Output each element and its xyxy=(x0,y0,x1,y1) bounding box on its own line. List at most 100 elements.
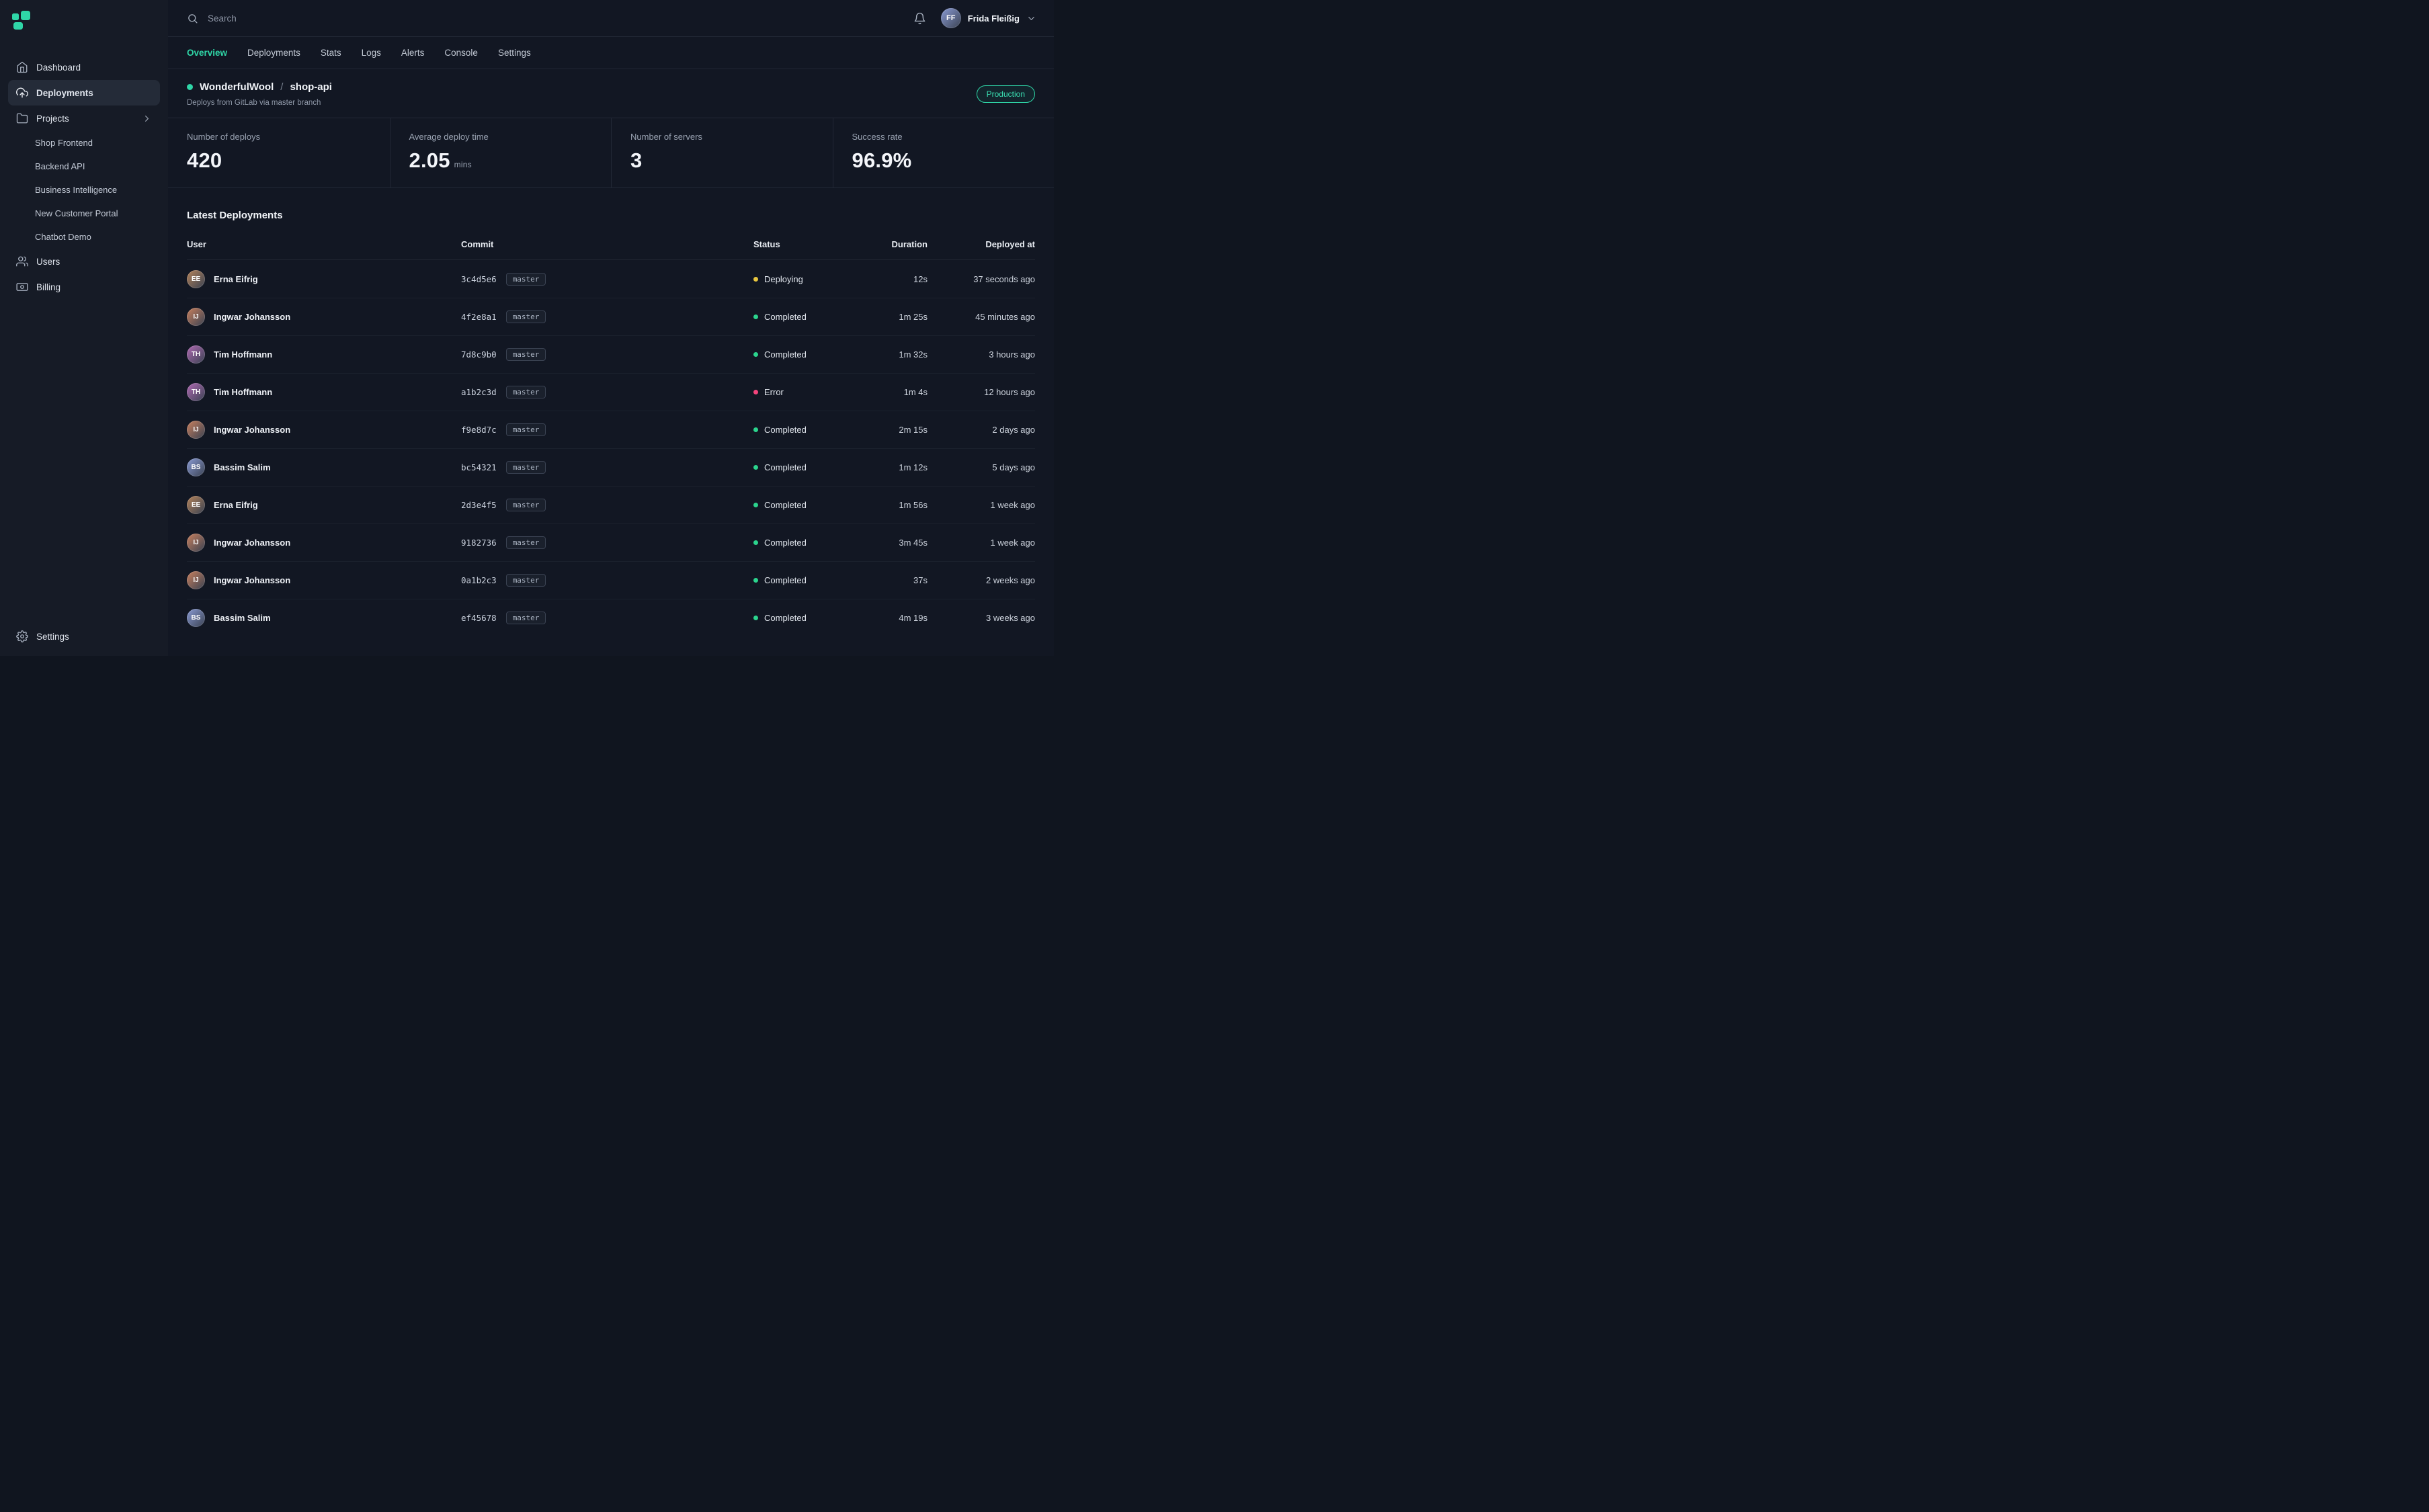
avatar: IJ xyxy=(187,421,205,439)
status-dot xyxy=(753,616,758,620)
stat-value: 2.05mins xyxy=(409,149,593,173)
table-row[interactable]: IJIngwar Johansson0a1b2c3masterCompleted… xyxy=(187,561,1035,599)
status-label: Completed xyxy=(764,425,807,435)
cell-user: THTim Hoffmann xyxy=(187,345,461,364)
bell-icon[interactable] xyxy=(913,12,926,25)
sidebar-subitem-business-intelligence[interactable]: Business Intelligence xyxy=(8,178,160,202)
stats-row: Number of deploys420Average deploy time2… xyxy=(168,118,1054,188)
folder-icon xyxy=(16,112,28,124)
stat-value: 420 xyxy=(187,149,371,173)
commit-hash: a1b2c3d xyxy=(461,387,497,397)
branch-badge: master xyxy=(506,423,546,436)
sidebar-item-label: Deployments xyxy=(36,88,93,98)
table-row[interactable]: IJIngwar Johanssonf9e8d7cmasterCompleted… xyxy=(187,411,1035,448)
table-row[interactable]: THTim Hoffmann7d8c9b0masterCompleted1m 3… xyxy=(187,335,1035,373)
cell-duration: 1m 4s xyxy=(840,387,928,397)
cell-commit: bc54321master xyxy=(461,461,753,474)
stat-value: 3 xyxy=(630,149,814,173)
commit-hash: 3c4d5e6 xyxy=(461,274,497,284)
breadcrumb-org[interactable]: WonderfulWool xyxy=(200,81,274,93)
sidebar-item-deployments[interactable]: Deployments xyxy=(8,80,160,106)
column-header-commit: Commit xyxy=(461,239,753,249)
search-input[interactable] xyxy=(206,13,408,24)
stat-number-of-servers: Number of servers3 xyxy=(611,118,833,187)
user-name: Ingwar Johansson xyxy=(214,312,290,322)
cell-user: BSBassim Salim xyxy=(187,458,461,476)
cell-commit: 9182736master xyxy=(461,536,753,549)
sidebar-subitem-new-customer-portal[interactable]: New Customer Portal xyxy=(8,202,160,225)
cell-commit: a1b2c3dmaster xyxy=(461,386,753,398)
sidebar-subitem-chatbot-demo[interactable]: Chatbot Demo xyxy=(8,225,160,249)
stat-number: 3 xyxy=(630,149,642,172)
commit-hash: 4f2e8a1 xyxy=(461,312,497,322)
column-header-deployed-at: Deployed at xyxy=(928,239,1035,249)
cell-deployed-at: 3 weeks ago xyxy=(928,613,1035,623)
table-row[interactable]: EEErna Eifrig3c4d5e6masterDeploying12s37… xyxy=(187,260,1035,298)
table-row[interactable]: IJIngwar Johansson4f2e8a1masterCompleted… xyxy=(187,298,1035,335)
status-dot xyxy=(753,578,758,583)
cell-deployed-at: 37 seconds ago xyxy=(928,274,1035,284)
branch-badge: master xyxy=(506,499,546,511)
cell-user: EEErna Eifrig xyxy=(187,270,461,288)
user-name: Bassim Salim xyxy=(214,462,271,472)
status-label: Deploying xyxy=(764,274,803,284)
branch-badge: master xyxy=(506,536,546,549)
user-menu[interactable]: FF Frida Fleißig xyxy=(941,8,1036,28)
table-row[interactable]: THTim Hoffmanna1b2c3dmasterError1m 4s12 … xyxy=(187,373,1035,411)
sidebar-item-projects[interactable]: Projects xyxy=(8,106,160,131)
sidebar-item-label: Billing xyxy=(36,282,60,292)
tab-stats[interactable]: Stats xyxy=(321,48,341,58)
cell-commit: 2d3e4f5master xyxy=(461,499,753,511)
table-row[interactable]: IJIngwar Johansson9182736masterCompleted… xyxy=(187,523,1035,561)
cell-user: IJIngwar Johansson xyxy=(187,421,461,439)
avatar: EE xyxy=(187,496,205,514)
user-name: Bassim Salim xyxy=(214,613,271,623)
stat-average-deploy-time: Average deploy time 2.05mins xyxy=(390,118,612,187)
stat-number: 96.9% xyxy=(852,149,912,172)
sidebar-item-settings[interactable]: Settings xyxy=(0,620,168,656)
user-name: Erna Eifrig xyxy=(214,500,258,510)
avatar: FF xyxy=(941,8,961,28)
project-subtitle: Deploys from GitLab via master branch xyxy=(187,99,332,107)
table-row[interactable]: BSBassim Salimef45678masterCompleted4m 1… xyxy=(187,599,1035,636)
tab-alerts[interactable]: Alerts xyxy=(401,48,425,58)
table-row[interactable]: EEErna Eifrig2d3e4f5masterCompleted1m 56… xyxy=(187,486,1035,523)
sidebar-item-dashboard[interactable]: Dashboard xyxy=(8,54,160,80)
tab-overview[interactable]: Overview xyxy=(187,48,227,58)
cell-duration: 3m 45s xyxy=(840,538,928,548)
app-logo[interactable] xyxy=(0,0,168,36)
tab-logs[interactable]: Logs xyxy=(362,48,381,58)
stat-number: 420 xyxy=(187,149,222,172)
commit-hash: 7d8c9b0 xyxy=(461,349,497,360)
cell-status: Completed xyxy=(753,462,840,472)
search-box[interactable] xyxy=(187,13,429,24)
cell-deployed-at: 45 minutes ago xyxy=(928,312,1035,322)
branch-badge: master xyxy=(506,310,546,323)
cell-deployed-at: 1 week ago xyxy=(928,500,1035,510)
cell-duration: 1m 25s xyxy=(840,312,928,322)
sidebar-subitem-backend-api[interactable]: Backend API xyxy=(8,155,160,178)
cell-status: Deploying xyxy=(753,274,840,284)
table-row[interactable]: BSBassim Salimbc54321masterCompleted1m 1… xyxy=(187,448,1035,486)
commit-hash: bc54321 xyxy=(461,462,497,472)
tab-console[interactable]: Console xyxy=(444,48,478,58)
user-name: Erna Eifrig xyxy=(214,274,258,284)
tab-settings[interactable]: Settings xyxy=(498,48,531,58)
sidebar-subitem-shop-frontend[interactable]: Shop Frontend xyxy=(8,131,160,155)
cell-duration: 1m 32s xyxy=(840,349,928,360)
breadcrumb-project[interactable]: shop-api xyxy=(290,81,332,93)
status-dot xyxy=(753,465,758,470)
stat-value: 96.9% xyxy=(852,149,1036,173)
column-header-status: Status xyxy=(753,239,840,249)
cell-user: IJIngwar Johansson xyxy=(187,571,461,589)
cell-status: Error xyxy=(753,387,840,397)
sidebar-item-users[interactable]: Users xyxy=(8,249,160,274)
stat-label: Average deploy time xyxy=(409,132,593,142)
status-label: Completed xyxy=(764,500,807,510)
sidebar-item-label: Projects xyxy=(36,114,69,124)
tab-deployments[interactable]: Deployments xyxy=(247,48,300,58)
breadcrumb-separator: / xyxy=(280,81,283,93)
sidebar-item-billing[interactable]: Billing xyxy=(8,274,160,300)
status-label: Completed xyxy=(764,613,807,623)
avatar: IJ xyxy=(187,534,205,552)
